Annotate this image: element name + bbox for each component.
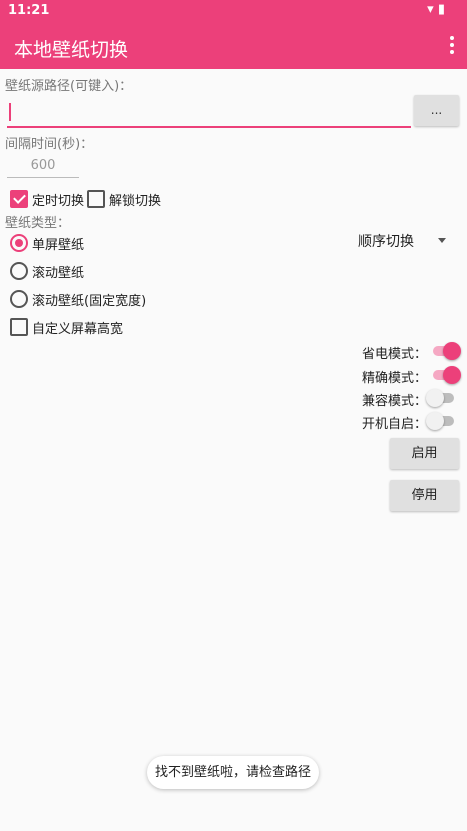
order-dropdown[interactable]: 顺序切换 [358,229,450,251]
battery-icon: ▮ [437,2,445,17]
precise-mode-label: 精确模式： [362,371,428,386]
compat-mode-label: 兼容模式： [362,394,428,409]
timed-switch-label: 定时切换 [32,194,85,209]
timed-switch-checkbox[interactable] [10,190,28,208]
app-bar: 本地壁纸切换 [0,22,467,69]
wifi-icon: ▾ [427,2,434,17]
app-title: 本地壁纸切换 [14,39,129,61]
browse-button[interactable]: ... [414,95,459,126]
status-bar: 11:21 ▾ ▮ [0,0,467,22]
source-path-label: 壁纸源路径(可键入)： [5,79,133,94]
order-dropdown-value: 顺序切换 [358,234,414,250]
autostart-label: 开机自启： [362,417,428,432]
status-icons: ▾ ▮ [427,2,445,17]
power-save-label: 省电模式： [362,347,428,362]
more-options-icon[interactable] [447,36,457,56]
precise-mode-switch[interactable] [433,365,461,385]
source-path-input[interactable] [7,98,411,128]
disable-button[interactable]: 停用 [390,480,459,511]
enable-button[interactable]: 启用 [390,438,459,469]
custom-screen-label: 自定义屏幕高宽 [32,322,124,337]
autostart-switch[interactable] [426,411,456,431]
power-save-switch[interactable] [433,341,461,361]
custom-screen-checkbox[interactable] [10,318,28,336]
scroll-label: 滚动壁纸 [32,266,85,281]
unlock-switch-checkbox[interactable] [87,190,105,208]
single-screen-label: 单屏壁纸 [32,238,85,253]
scroll-radio[interactable] [10,262,28,280]
toast-message: 找不到壁纸啦，请检查路径 [147,756,319,789]
scroll-fixed-width-label: 滚动壁纸(固定宽度) [32,294,147,309]
single-screen-radio[interactable] [10,234,28,252]
unlock-switch-label: 解锁切换 [109,194,162,209]
interval-label: 间隔时间(秒)： [5,137,94,152]
dropdown-arrow-icon [438,238,446,243]
text-caret [9,103,11,121]
compat-mode-switch[interactable] [426,388,456,408]
scroll-fixed-width-radio[interactable] [10,290,28,308]
wallpaper-type-label: 壁纸类型： [5,216,71,231]
interval-input[interactable]: 600 [7,155,79,178]
status-time: 11:21 [8,3,50,18]
